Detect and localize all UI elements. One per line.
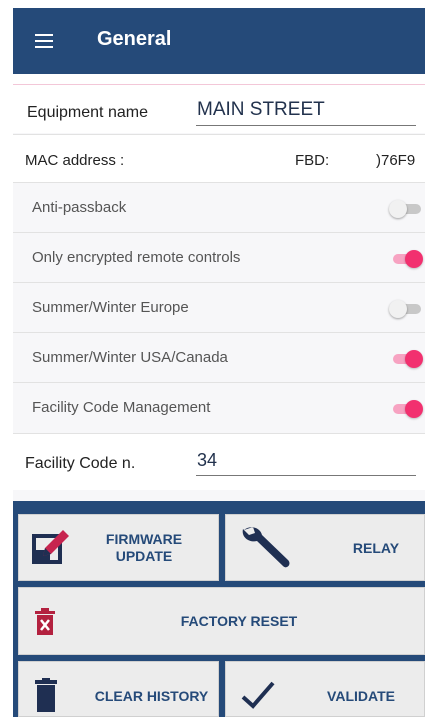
toggle-label: Anti-passback	[32, 199, 127, 216]
firmware-update-label-line1: FIRMWARE	[105, 531, 183, 547]
delete-bin-icon	[35, 608, 55, 635]
trash-can-icon	[35, 678, 57, 712]
wrench-icon	[242, 527, 290, 568]
mac-address-row: MAC address : FBD: )76F9	[13, 134, 425, 183]
toggle-row-anti-passback: Anti-passback	[13, 182, 425, 233]
summer-winter-usa-toggle[interactable]	[389, 349, 425, 368]
divider	[13, 74, 425, 85]
toggle-row-facility-code-management: Facility Code Management	[13, 382, 425, 433]
toggle-label: Summer/Winter Europe	[32, 299, 189, 316]
firmware-update-button[interactable]: FIRMWARE UPDATE	[18, 514, 219, 581]
relay-label: RELAY	[352, 540, 400, 556]
facility-code-row: Facility Code n. 34	[13, 433, 425, 490]
equipment-name-input[interactable]: MAIN STREET	[197, 99, 325, 121]
equipment-name-label: Equipment name	[27, 104, 148, 121]
equipment-name-underline	[196, 125, 416, 126]
equipment-name-row: Equipment name MAIN STREET	[13, 85, 425, 133]
facility-code-label: Facility Code n.	[25, 455, 136, 472]
encrypted-remotes-toggle[interactable]	[389, 249, 425, 268]
toggle-label: Only encrypted remote controls	[32, 249, 241, 266]
edit-pencil-icon	[32, 530, 69, 564]
factory-reset-label: FACTORY RESET	[180, 613, 298, 629]
facility-code-management-toggle[interactable]	[389, 399, 425, 418]
firmware-update-label-line2: UPDATE	[115, 548, 173, 564]
checkmark-icon	[241, 681, 275, 709]
toggle-row-summer-winter-europe: Summer/Winter Europe	[13, 282, 425, 333]
anti-passback-toggle[interactable]	[389, 199, 425, 218]
facility-code-input[interactable]: 34	[197, 450, 217, 471]
mac-address-label: MAC address :	[25, 152, 125, 169]
factory-reset-button[interactable]: FACTORY RESET	[18, 587, 425, 655]
app-frame: General Equipment name MAIN STREET MAC a…	[13, 8, 425, 717]
validate-label: VALIDATE	[327, 688, 395, 704]
toggle-label: Summer/Winter USA/Canada	[32, 349, 228, 366]
toggle-row-encrypted-remotes: Only encrypted remote controls	[13, 232, 425, 283]
mac-address-value-start: FBD:	[295, 152, 330, 169]
mac-address-value-end: )76F9	[376, 152, 416, 169]
clear-history-label: CLEAR HISTORY	[94, 688, 209, 704]
app-bar: General	[13, 8, 425, 74]
clear-history-button[interactable]: CLEAR HISTORY	[18, 661, 219, 717]
action-buttons-panel: FIRMWARE UPDATE RELAY FACTORY RESET CLEA…	[13, 501, 425, 717]
page-title: General	[97, 28, 172, 50]
hamburger-menu-icon[interactable]	[35, 34, 53, 48]
facility-code-underline	[196, 475, 416, 476]
toggle-label: Facility Code Management	[32, 399, 211, 416]
validate-button[interactable]: VALIDATE	[225, 661, 425, 717]
relay-button[interactable]: RELAY	[225, 514, 425, 581]
summer-winter-europe-toggle[interactable]	[389, 299, 425, 318]
toggle-row-summer-winter-usa: Summer/Winter USA/Canada	[13, 332, 425, 383]
